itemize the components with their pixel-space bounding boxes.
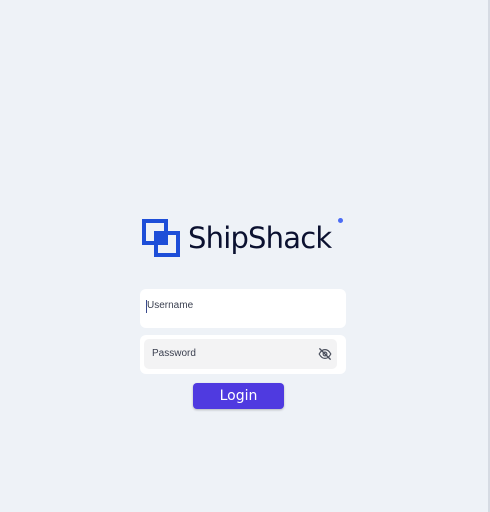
password-placeholder: Password bbox=[152, 348, 196, 359]
username-field[interactable]: Username bbox=[140, 289, 346, 328]
username-placeholder: Username bbox=[147, 300, 194, 311]
registered-mark-icon bbox=[338, 218, 343, 223]
login-button[interactable]: Login bbox=[193, 383, 284, 409]
eye-off-icon[interactable] bbox=[318, 347, 332, 361]
logo-mark-icon bbox=[142, 219, 180, 257]
brand-name: ShipShack bbox=[188, 221, 332, 255]
password-field[interactable]: Password bbox=[144, 339, 337, 369]
password-field-container: Password bbox=[140, 335, 346, 374]
shipshack-logo: ShipShack bbox=[142, 218, 343, 257]
